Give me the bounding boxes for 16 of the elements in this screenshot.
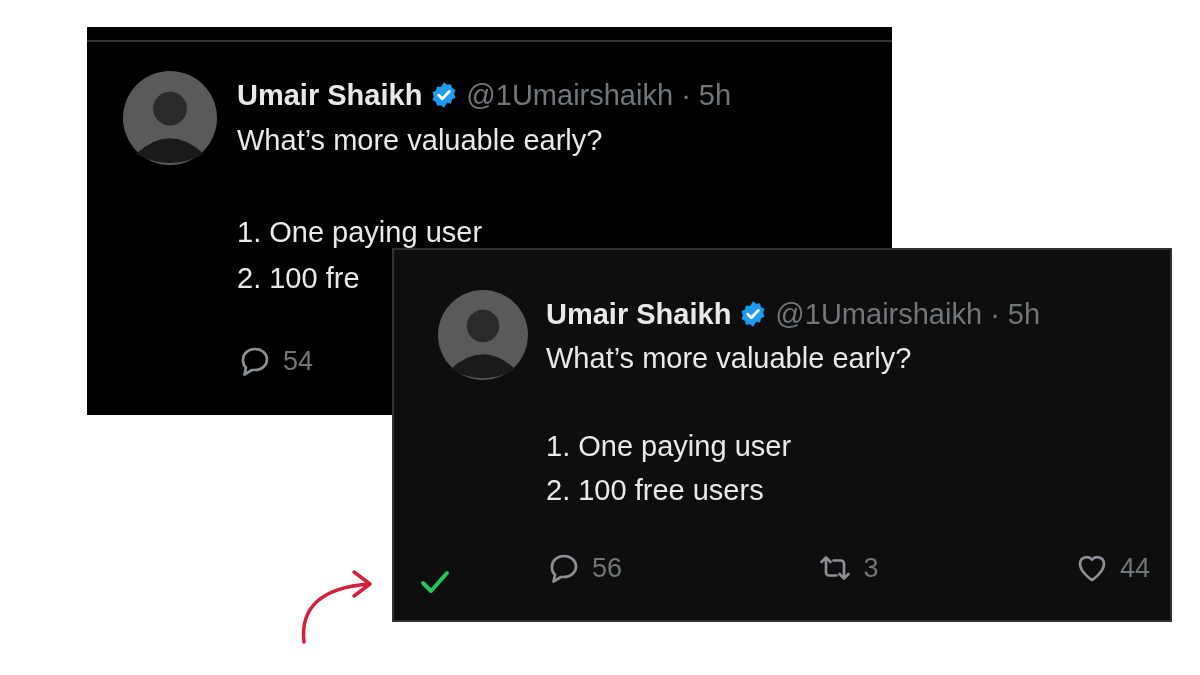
action-count: 54: [283, 345, 314, 377]
action-count: 44: [1119, 552, 1150, 584]
avatar-icon: [123, 71, 217, 165]
handle-time: @1Umairshaikh · 5h: [775, 297, 1041, 331]
handle-time: @1Umairshaikh · 5h: [466, 78, 732, 112]
tweet-text: 2. 100 fre: [237, 261, 361, 296]
action-count: 56: [592, 552, 623, 584]
tweet-text: What’s more valuable early?: [546, 341, 913, 376]
avatar-icon: [438, 290, 528, 380]
tweet-text: 1. One paying user: [546, 429, 793, 464]
tweet-text: 1. One paying user: [237, 215, 484, 250]
tweet-text: What’s more valuable early?: [237, 123, 604, 158]
action-count: 3: [863, 552, 879, 584]
author-name[interactable]: Umair Shaikh: [546, 297, 732, 331]
tweet-text: 2. 100 free users: [546, 473, 765, 508]
author-name[interactable]: Umair Shaikh: [237, 78, 423, 112]
